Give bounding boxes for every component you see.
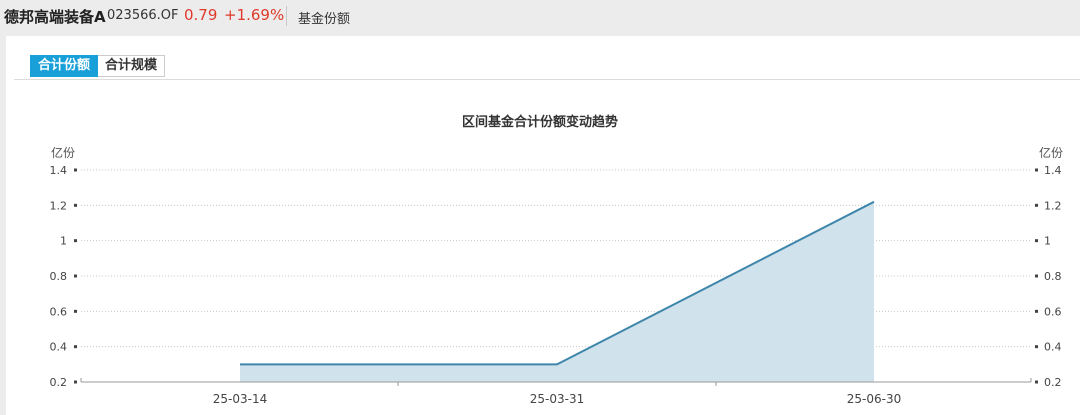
x-tick-label: 25-03-14 [213, 392, 267, 406]
y-tick-mark-right [1035, 380, 1038, 384]
y-tick-label-right: 1.2 [1044, 199, 1062, 212]
y-tick-label-right: 1 [1044, 235, 1051, 248]
y-axis-unit-left: 亿份 [51, 145, 75, 160]
y-tick-label-right: 0.2 [1044, 376, 1062, 389]
y-tick-label-left: 1 [60, 235, 67, 248]
y-tick-mark-right [1035, 309, 1038, 313]
y-tick-mark-left [74, 274, 77, 278]
y-tick-mark-right [1035, 274, 1038, 278]
y-tick-label-left: 1.2 [50, 199, 68, 212]
y-tick-label-left: 0.2 [50, 376, 68, 389]
share-trend-chart: 区间基金合计份额变动趋势亿份 亿份 0.2 0.2 0.4 0.4 0.6 0.6 0.8 0.8… [50, 114, 1064, 406]
y-tick-mark-right [1035, 239, 1038, 243]
y-tick-mark-left [74, 203, 77, 207]
series-area [240, 201, 874, 382]
y-tick-mark-left [74, 380, 77, 384]
y-axis-unit-right: 亿份 [1039, 145, 1063, 160]
y-tick-mark-left [74, 168, 77, 172]
y-tick-mark-right [1035, 203, 1038, 207]
y-tick-mark-right [1035, 168, 1038, 172]
y-tick-mark-right [1035, 345, 1038, 349]
y-tick-label-left: 1.4 [50, 164, 68, 177]
y-tick-mark-left [74, 345, 77, 349]
x-tick-label: 25-06-30 [847, 392, 901, 406]
y-tick-mark-left [74, 309, 77, 313]
y-tick-label-left: 0.4 [50, 341, 68, 354]
y-tick-label-left: 0.6 [50, 305, 68, 318]
y-tick-label-right: 0.8 [1044, 270, 1062, 283]
y-tick-label-right: 0.6 [1044, 305, 1062, 318]
y-tick-label-right: 0.4 [1044, 341, 1062, 354]
x-tick-label: 25-03-31 [530, 392, 584, 406]
y-tick-mark-left [74, 239, 77, 243]
y-tick-label-left: 0.8 [50, 270, 68, 283]
y-tick-label-right: 1.4 [1044, 164, 1062, 177]
chart-title: 区间基金合计份额变动趋势 [462, 114, 618, 130]
